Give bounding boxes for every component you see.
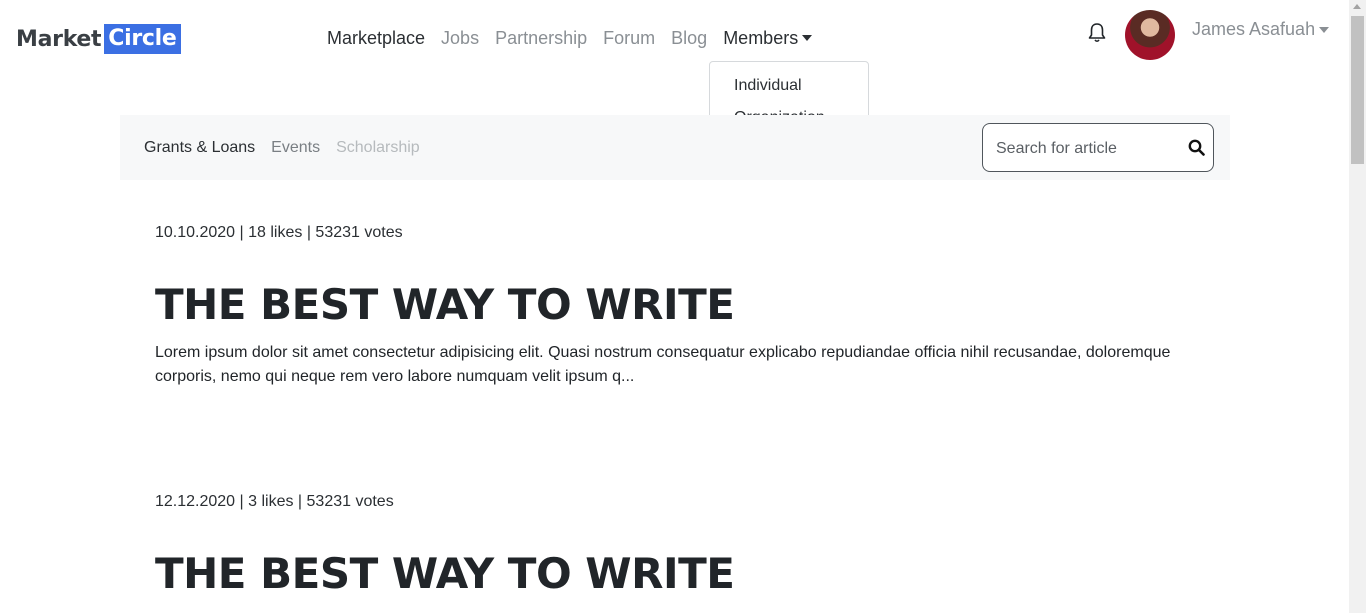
dropdown-item-individual[interactable]: Individual xyxy=(734,77,802,95)
main-nav: Marketplace Jobs Partnership Forum Blog … xyxy=(327,26,813,50)
article-card: 12.12.2020 | 3 likes | 53231 votes THE B… xyxy=(155,493,1205,598)
user-name: James Asafuah xyxy=(1192,19,1316,39)
nav-marketplace[interactable]: Marketplace xyxy=(327,26,425,50)
nav-members-label: Members xyxy=(723,28,799,48)
bell-icon[interactable] xyxy=(1087,22,1107,44)
nav-jobs[interactable]: Jobs xyxy=(441,26,479,50)
user-menu-toggle[interactable]: James Asafuah xyxy=(1192,19,1330,40)
nav-partnership[interactable]: Partnership xyxy=(495,26,587,50)
category-grants-loans[interactable]: Grants & Loans xyxy=(144,139,255,157)
nav-blog[interactable]: Blog xyxy=(671,26,707,50)
page-scrollbar[interactable] xyxy=(1349,0,1366,613)
category-subnav: Grants & Loans Events Scholarship xyxy=(120,115,1230,180)
nav-members-toggle[interactable]: Members xyxy=(723,26,813,50)
caret-down-icon xyxy=(1319,26,1330,33)
article-card: 10.10.2020 | 18 likes | 53231 votes THE … xyxy=(155,224,1205,389)
user-avatar[interactable] xyxy=(1125,10,1175,60)
brand-part-1: Market xyxy=(16,26,102,52)
brand-logo[interactable]: Market Circle xyxy=(16,24,181,54)
brand-part-2: Circle xyxy=(104,24,181,54)
scroll-up-arrow-icon[interactable] xyxy=(1353,4,1361,9)
article-meta: 12.12.2020 | 3 likes | 53231 votes xyxy=(155,493,394,510)
article-title[interactable]: THE BEST WAY TO WRITE xyxy=(155,549,1205,598)
search-box xyxy=(982,123,1214,172)
category-links: Grants & Loans Events Scholarship xyxy=(144,139,420,157)
nav-forum[interactable]: Forum xyxy=(603,26,655,50)
article-meta: 10.10.2020 | 18 likes | 53231 votes xyxy=(155,224,403,241)
article-excerpt: Lorem ipsum dolor sit amet consectetur a… xyxy=(155,344,1171,385)
article-title[interactable]: THE BEST WAY TO WRITE xyxy=(155,280,1205,329)
search-icon[interactable] xyxy=(1188,139,1205,156)
category-events[interactable]: Events xyxy=(271,139,320,157)
scrollbar-thumb[interactable] xyxy=(1351,16,1364,164)
category-scholarship[interactable]: Scholarship xyxy=(336,139,420,157)
search-input[interactable] xyxy=(984,130,1194,168)
caret-down-icon xyxy=(802,35,813,41)
